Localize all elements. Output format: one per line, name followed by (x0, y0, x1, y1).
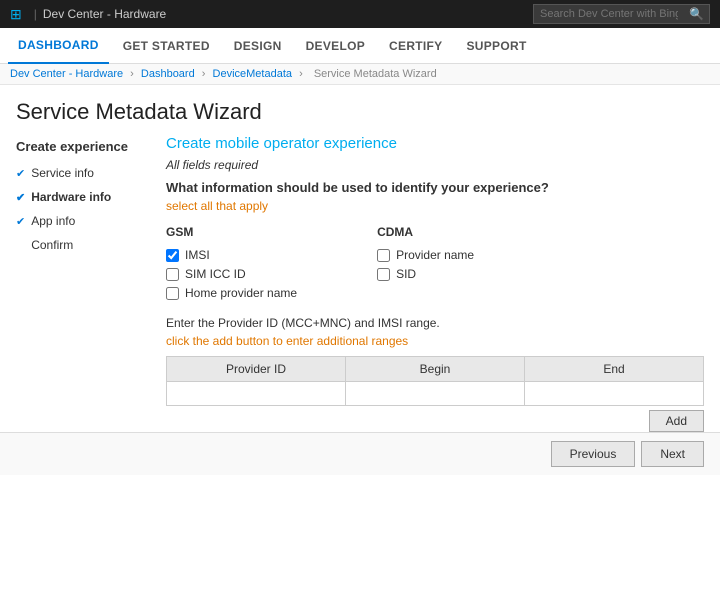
question-text: What information should be used to ident… (166, 180, 704, 195)
breadcrumb-devcenter[interactable]: Dev Center - Hardware (10, 68, 123, 80)
home-provider-checkbox[interactable] (166, 287, 179, 300)
checkbox-provider-name[interactable]: Provider name (377, 248, 474, 262)
breadcrumb-dashboard[interactable]: Dashboard (141, 68, 195, 80)
input-end-cell[interactable] (525, 382, 704, 406)
input-provider-id[interactable] (175, 387, 337, 401)
provider-name-checkbox[interactable] (377, 249, 390, 262)
main-heading: Create mobile operator experience (166, 135, 704, 152)
windows-logo: ⊞ (10, 6, 22, 23)
col-begin: Begin (346, 357, 525, 382)
check-icon-service: ✔ (16, 167, 25, 180)
topbar-title: Dev Center - Hardware (43, 7, 166, 21)
breadcrumb: Dev Center - Hardware › Dashboard › Devi… (0, 64, 720, 85)
topbar-separator: | (34, 7, 37, 21)
sidebar-heading: Create experience (16, 139, 146, 154)
search-input[interactable] (534, 8, 684, 20)
cdma-column: CDMA Provider name SID (377, 225, 474, 300)
table-header-row: Provider ID Begin End (167, 357, 704, 382)
sidebar-label-confirm: Confirm (31, 238, 73, 252)
check-icon-confirm: ✔ (16, 239, 25, 252)
provider-table: Provider ID Begin End (166, 356, 704, 406)
main-content: Create mobile operator experience All fi… (146, 135, 704, 432)
required-text: All fields required (166, 158, 704, 172)
checkbox-home-provider[interactable]: Home provider name (166, 286, 297, 300)
sim-icc-checkbox[interactable] (166, 268, 179, 281)
options-row: GSM IMSI SIM ICC ID Home provider name C… (166, 225, 704, 300)
sim-icc-label: SIM ICC ID (185, 267, 246, 281)
sidebar-item-hardware-info[interactable]: ✔ Hardware info (16, 188, 146, 206)
nav-support[interactable]: SUPPORT (456, 28, 536, 64)
input-begin[interactable] (354, 387, 516, 401)
nav-develop[interactable]: DEVELOP (296, 28, 375, 64)
nav-dashboard[interactable]: DASHBOARD (8, 28, 109, 64)
gsm-column: GSM IMSI SIM ICC ID Home provider name (166, 225, 297, 300)
search-bar: 🔍 (533, 4, 710, 24)
table-input-row (167, 382, 704, 406)
sidebar-item-confirm[interactable]: ✔ Confirm (16, 236, 146, 254)
input-end[interactable] (533, 387, 695, 401)
imsi-checkbox[interactable] (166, 249, 179, 262)
add-button[interactable]: Add (649, 410, 704, 432)
home-provider-label: Home provider name (185, 286, 297, 300)
col-end: End (525, 357, 704, 382)
select-all-link[interactable]: select all that apply (166, 199, 704, 213)
breadcrumb-current: Service Metadata Wizard (314, 68, 437, 80)
breadcrumb-devicemetadata[interactable]: DeviceMetadata (213, 68, 293, 80)
cdma-label: CDMA (377, 225, 474, 239)
sidebar-label-hardware-info: Hardware info (31, 190, 111, 204)
sidebar-item-service-info[interactable]: ✔ Service info (16, 164, 146, 182)
sidebar-item-app-info[interactable]: ✔ App info (16, 212, 146, 230)
sid-label: SID (396, 267, 416, 281)
sidebar: Create experience ✔ Service info ✔ Hardw… (16, 135, 146, 432)
checkbox-sim-icc[interactable]: SIM ICC ID (166, 267, 297, 281)
navbar: DASHBOARD GET STARTED DESIGN DEVELOP CER… (0, 28, 720, 64)
next-button[interactable]: Next (641, 441, 704, 467)
input-provider-id-cell[interactable] (167, 382, 346, 406)
add-link[interactable]: click the add button to enter additional… (166, 334, 704, 348)
provider-name-label: Provider name (396, 248, 474, 262)
gsm-label: GSM (166, 225, 297, 239)
search-icon[interactable]: 🔍 (684, 7, 709, 21)
input-begin-cell[interactable] (346, 382, 525, 406)
nav-get-started[interactable]: GET STARTED (113, 28, 220, 64)
sidebar-label-app-info: App info (31, 214, 75, 228)
check-icon-app: ✔ (16, 215, 25, 228)
topbar: ⊞ | Dev Center - Hardware 🔍 (0, 0, 720, 28)
provider-table-wrapper: Provider ID Begin End (166, 356, 704, 432)
content: Create experience ✔ Service info ✔ Hardw… (0, 135, 720, 432)
check-icon-hardware: ✔ (16, 191, 25, 204)
checkbox-sid[interactable]: SID (377, 267, 474, 281)
nav-design[interactable]: DESIGN (224, 28, 292, 64)
page-title-bar: Service Metadata Wizard (0, 85, 720, 135)
imsi-label: IMSI (185, 248, 210, 262)
page-title: Service Metadata Wizard (16, 99, 704, 125)
sid-checkbox[interactable] (377, 268, 390, 281)
previous-button[interactable]: Previous (551, 441, 636, 467)
bottom-bar: Previous Next (0, 432, 720, 475)
add-btn-row: Add (166, 410, 704, 432)
checkbox-imsi[interactable]: IMSI (166, 248, 297, 262)
col-provider-id: Provider ID (167, 357, 346, 382)
sidebar-label-service-info: Service info (31, 166, 94, 180)
nav-certify[interactable]: CERTIFY (379, 28, 452, 64)
provider-info-text: Enter the Provider ID (MCC+MNC) and IMSI… (166, 316, 704, 330)
